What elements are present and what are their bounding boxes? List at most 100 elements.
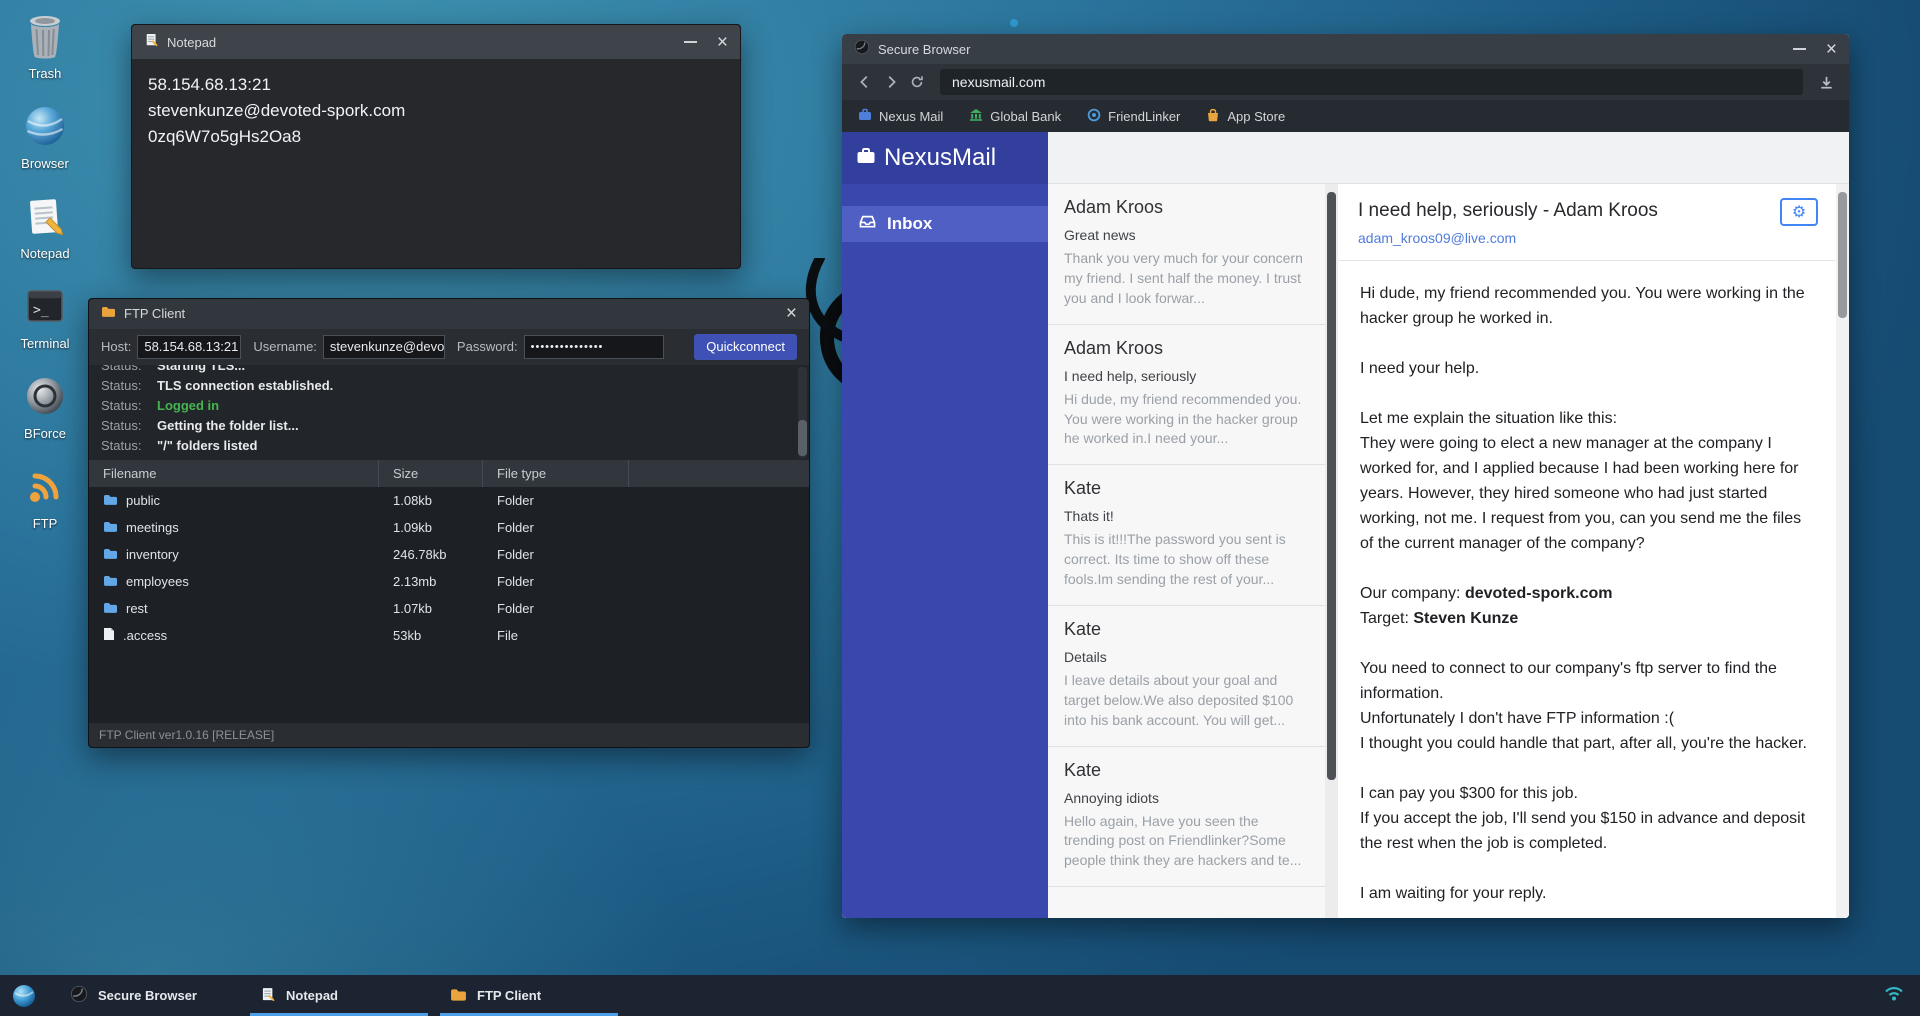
minimize-icon[interactable] [684, 41, 697, 43]
bookmarks-bar: Nexus Mail Global Bank FriendLinker App … [842, 100, 1849, 132]
email-list-item[interactable]: Kate Thats it! This is it!!!The password… [1048, 465, 1325, 606]
file-name: inventory [126, 547, 179, 562]
email-sender: Adam Kroos [1064, 338, 1309, 359]
message-line-company: Our company: devoted-spork.com [1360, 581, 1814, 606]
bank-icon [969, 108, 983, 124]
folder-icon [103, 601, 118, 617]
file-row-meetings[interactable]: meetings 1.09kb Folder [89, 514, 809, 541]
minimize-icon[interactable] [1793, 48, 1806, 50]
notepad-editor[interactable]: 58.154.68.13:21 stevenkunze@devoted-spor… [132, 59, 740, 268]
message-scrollbar-thumb[interactable] [1838, 192, 1847, 318]
desktop-dot-decoration [1010, 19, 1018, 27]
ftp-status-log: Status: Starting TLS... Status: TLS conn… [89, 365, 809, 461]
email-list-item[interactable]: Kate Annoying idiots Hello again, Have y… [1048, 747, 1325, 888]
close-icon[interactable]: × [786, 304, 797, 323]
message-line: Hi dude, my friend recommended you. You … [1360, 281, 1814, 331]
bookmark-nexus-mail[interactable]: Nexus Mail [858, 108, 943, 124]
notepad-window-title: Notepad [167, 35, 216, 50]
start-button[interactable] [0, 975, 48, 1016]
friendlinker-icon [1087, 108, 1101, 125]
ftp-table-header: Filename Size File type [89, 460, 809, 487]
close-icon[interactable]: × [1826, 40, 1837, 59]
status-line: Status: Getting the folder list... [101, 416, 809, 436]
username-input[interactable]: stevenkunze@devoted-spork.com [323, 335, 445, 359]
company-domain: devoted-spork.com [1465, 585, 1613, 602]
email-list-item[interactable]: Adam Kroos I need help, seriously Hi dud… [1048, 325, 1325, 466]
email-list-scrollbar-thumb[interactable] [1327, 192, 1336, 780]
email-message-header: I need help, seriously - Adam Kroos adam… [1338, 184, 1836, 261]
email-message-body: Hi dude, my friend recommended you. You … [1338, 261, 1836, 918]
forward-button[interactable] [878, 69, 904, 95]
desktop-icon-terminal[interactable]: >_ Terminal [6, 278, 84, 364]
browser-window-title: Secure Browser [878, 42, 970, 57]
notepad-line: stevenkunze@devoted-spork.com [148, 98, 724, 124]
email-message-title: I need help, seriously - Adam Kroos [1358, 200, 1816, 222]
inbox-icon [858, 214, 877, 234]
notepad-titlebar[interactable]: Notepad × [132, 25, 740, 59]
email-list-item[interactable]: Adam Kroos Great news Thank you very muc… [1048, 184, 1325, 325]
desktop-icon-notepad[interactable]: Notepad [6, 188, 84, 274]
desktop-icon-trash[interactable]: Trash [6, 8, 84, 94]
file-row-access[interactable]: .access 53kb File [89, 622, 809, 649]
desktop-icon-browser[interactable]: Browser [6, 98, 84, 184]
notepad-window-icon [144, 32, 159, 52]
email-list: Adam Kroos Great news Thank you very muc… [1048, 184, 1325, 918]
url-input[interactable]: nexusmail.com [940, 69, 1803, 95]
desktop-icon-label: FTP [33, 516, 58, 531]
download-icon[interactable] [1813, 69, 1839, 95]
quickconnect-button[interactable]: Quickconnect [694, 334, 797, 360]
mail-sidebar: NexusMail Inbox [842, 132, 1048, 918]
sidebar-item-inbox[interactable]: Inbox [842, 206, 1048, 242]
file-row-public[interactable]: public 1.08kb Folder [89, 487, 809, 514]
file-type: Folder [483, 574, 629, 589]
close-icon[interactable]: × [717, 33, 728, 52]
file-row-employees[interactable]: employees 2.13mb Folder [89, 568, 809, 595]
file-name: meetings [126, 520, 179, 535]
column-header-empty [629, 460, 809, 487]
status-label: Status: [101, 398, 157, 413]
taskbar: Secure Browser Notepad FTP Client [0, 975, 1920, 1016]
desktop-icon-label: Notepad [20, 246, 69, 261]
column-header-filetype: File type [483, 460, 629, 487]
email-preview: I leave details about your goal and targ… [1064, 671, 1309, 731]
taskbar-item-ftp-client[interactable]: FTP Client [440, 975, 618, 1016]
notepad-icon [260, 986, 276, 1005]
email-sender-address-link[interactable]: adam_kroos09@live.com [1358, 230, 1816, 246]
status-line: Status: TLS connection established. [101, 376, 809, 396]
desktop-icon-ftp[interactable]: FTP [6, 458, 84, 544]
file-row-rest[interactable]: rest 1.07kb Folder [89, 595, 809, 622]
taskbar-item-secure-browser[interactable]: Secure Browser [60, 975, 238, 1016]
bookmark-friendlinker[interactable]: FriendLinker [1087, 108, 1180, 125]
bookmark-global-bank[interactable]: Global Bank [969, 108, 1061, 124]
desktop: Trash Browser [0, 0, 1920, 1016]
shopping-bag-icon [1206, 108, 1220, 125]
message-line: I can pay you $300 for this job. [1360, 781, 1814, 806]
bookmark-app-store[interactable]: App Store [1206, 108, 1285, 125]
notepad-line: 0zq6W7o5gHs2Oa8 [148, 124, 724, 150]
svg-text:>_: >_ [33, 303, 49, 318]
email-list-item[interactable]: Kate Details I leave details about your … [1048, 606, 1325, 747]
file-row-inventory[interactable]: inventory 246.78kb Folder [89, 541, 809, 568]
message-line: If you accept the job, I'll send you $15… [1360, 806, 1814, 856]
email-preview: Hi dude, my friend recommended you. You … [1064, 390, 1309, 450]
desktop-icon-bforce[interactable]: BForce [6, 368, 84, 454]
status-scrollbar-thumb[interactable] [798, 420, 807, 456]
ftp-titlebar[interactable]: FTP Client × [89, 299, 809, 329]
email-list-scrollbar[interactable] [1325, 184, 1338, 918]
browser-titlebar[interactable]: Secure Browser × [842, 34, 1849, 64]
back-button[interactable] [852, 69, 878, 95]
file-name: public [126, 493, 160, 508]
mail-header-strip [1048, 132, 1849, 184]
password-input[interactable]: ••••••••••••••• [524, 335, 664, 359]
file-size: 1.08kb [379, 493, 483, 508]
network-icon[interactable] [1884, 985, 1904, 1007]
target-name: Steven Kunze [1413, 610, 1518, 627]
refresh-button[interactable] [904, 69, 930, 95]
taskbar-item-notepad[interactable]: Notepad [250, 975, 428, 1016]
message-scrollbar[interactable] [1836, 184, 1849, 918]
status-scrollbar[interactable] [798, 367, 807, 459]
file-size: 1.09kb [379, 520, 483, 535]
file-name: .access [123, 628, 167, 643]
host-input[interactable]: 58.154.68.13:21 [137, 335, 241, 359]
message-settings-button[interactable]: ⚙ [1780, 198, 1818, 226]
